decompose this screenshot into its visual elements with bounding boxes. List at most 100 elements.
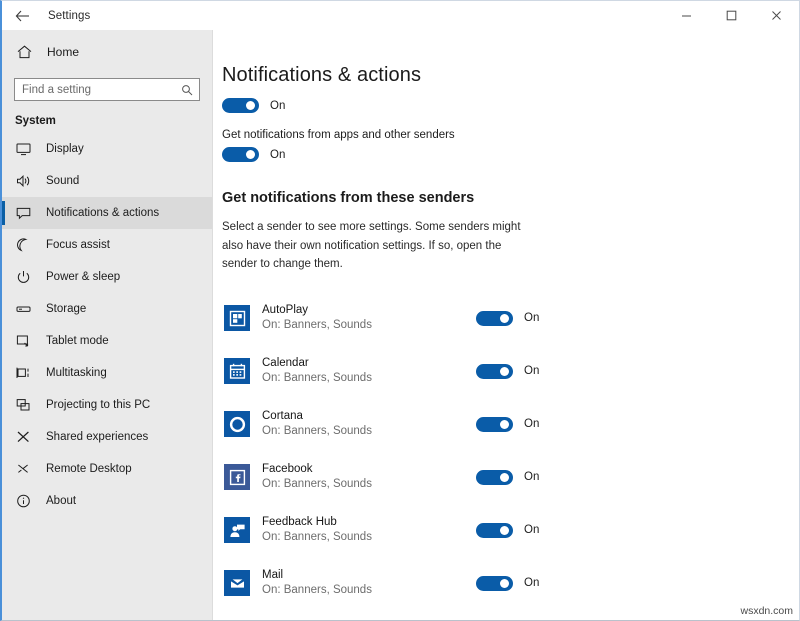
window-body: Home System [2,30,799,620]
sender-toggle[interactable] [476,576,513,591]
sidebar-home-label: Home [47,45,79,59]
home-icon [16,44,33,61]
sender-toggle-group: On [476,364,539,379]
monitor-icon [15,141,32,158]
sender-state: On: Banners, Sounds [262,583,462,598]
page-title: Notifications & actions [222,64,799,87]
sidebar-item-label: Power & sleep [46,271,120,283]
settings-window: Settings [0,0,800,621]
mail-icon [224,570,250,596]
list-item-text: Cortana On: Banners, Sounds [262,409,462,439]
sender-name: Calendar [262,356,462,371]
power-icon [15,269,32,286]
sender-toggle-group: On [476,470,539,485]
sender-toggle-state: On [524,365,539,377]
list-item[interactable]: Facebook On: Banners, Sounds On [224,451,799,504]
apps-senders-toggle[interactable] [222,147,259,162]
sidebar-item-display[interactable]: Display [2,133,212,165]
search-icon [181,84,193,96]
master-notifications-toggle-state: On [270,100,285,112]
close-button[interactable] [754,1,799,30]
info-icon [15,493,32,510]
master-notifications-toggle-row: On [222,98,799,113]
list-item-text: Feedback Hub On: Banners, Sounds [262,515,462,545]
sender-toggle-state: On [524,471,539,483]
sender-state: On: Banners, Sounds [262,318,462,333]
sidebar-item-about[interactable]: About [2,485,212,517]
sender-toggle-group: On [476,417,539,432]
sidebar-item-sound[interactable]: Sound [2,165,212,197]
moon-icon [15,237,32,254]
sidebar-item-power-and-sleep[interactable]: Power & sleep [2,261,212,293]
sidebar-item-notifications-and-actions[interactable]: Notifications & actions [2,197,212,229]
sidebar-item-tablet-mode[interactable]: Tablet mode [2,325,212,357]
list-item[interactable]: Calendar On: Banners, Sounds On [224,345,799,398]
sender-toggle[interactable] [476,311,513,326]
apps-senders-toggle-row: On [222,147,799,162]
list-item[interactable]: Mail On: Banners, Sounds On [224,557,799,610]
maximize-button[interactable] [709,1,754,30]
sidebar-group-label: System [2,105,212,133]
sidebar-item-home[interactable]: Home [2,34,212,70]
search-box[interactable] [14,78,200,101]
list-item[interactable]: Cortana On: Banners, Sounds On [224,398,799,451]
sidebar-item-label: Storage [46,303,86,315]
sidebar-item-focus-assist[interactable]: Focus assist [2,229,212,261]
sender-state: On: Banners, Sounds [262,424,462,439]
sender-toggle-group: On [476,576,539,591]
content-pane: Notifications & actions On Get notificat… [213,30,799,620]
minimize-button[interactable] [664,1,709,30]
sender-toggle[interactable] [476,523,513,538]
apps-senders-label: Get notifications from apps and other se… [222,129,799,141]
speaker-icon [15,173,32,190]
share-icon [15,429,32,446]
sidebar-item-multitasking[interactable]: Multitasking [2,357,212,389]
list-item[interactable]: Feedback Hub On: Banners, Sounds On [224,504,799,557]
sidebar-item-label: Projecting to this PC [46,399,150,411]
sidebar-item-projecting-to-this-pc[interactable]: Projecting to this PC [2,389,212,421]
sidebar-item-remote-desktop[interactable]: Remote Desktop [2,453,212,485]
sidebar-item-label: Tablet mode [46,335,109,347]
search-input[interactable] [15,79,199,100]
sender-name: Cortana [262,409,462,424]
sender-toggle[interactable] [476,364,513,379]
apps-senders-toggle-state: On [270,149,285,161]
sidebar-item-label: Shared experiences [46,431,148,443]
list-item-text: Mail On: Banners, Sounds [262,568,462,598]
sender-toggle[interactable] [476,417,513,432]
feedback-hub-icon [224,517,250,543]
sidebar-item-label: Multitasking [46,367,107,379]
calendar-icon [224,358,250,384]
minimize-icon [681,10,692,21]
list-item[interactable]: AutoPlay On: Banners, Sounds On [224,292,799,345]
notification-icon [15,205,32,222]
project-icon [15,397,32,414]
watermark: wsxdn.com [740,605,793,617]
sender-toggle-state: On [524,418,539,430]
sender-toggle[interactable] [476,470,513,485]
senders-list: AutoPlay On: Banners, Sounds On [224,292,799,620]
sender-toggle-state: On [524,312,539,324]
sidebar-item-label: Remote Desktop [46,463,132,475]
back-arrow-icon [15,10,30,22]
close-icon [771,10,782,21]
master-notifications-toggle[interactable] [222,98,259,113]
sender-name: Mail [262,568,462,583]
sidebar: Home System [2,30,213,620]
facebook-icon [224,464,250,490]
sidebar-item-storage[interactable]: Storage [2,293,212,325]
list-item[interactable]: OneDrive On: Banners, Sounds On [224,610,799,620]
senders-heading: Get notifications from these senders [222,190,799,206]
drive-icon [15,301,32,318]
window-title: Settings [48,10,90,22]
title-bar: Settings [2,1,799,30]
remote-desktop-icon [15,461,32,478]
sender-state: On: Banners, Sounds [262,371,462,386]
search-container [2,70,212,105]
list-item-text: Calendar On: Banners, Sounds [262,356,462,386]
sender-state: On: Banners, Sounds [262,477,462,492]
sidebar-item-shared-experiences[interactable]: Shared experiences [2,421,212,453]
sidebar-item-label: Sound [46,175,79,187]
autoplay-icon [224,305,250,331]
back-button[interactable] [2,1,42,30]
